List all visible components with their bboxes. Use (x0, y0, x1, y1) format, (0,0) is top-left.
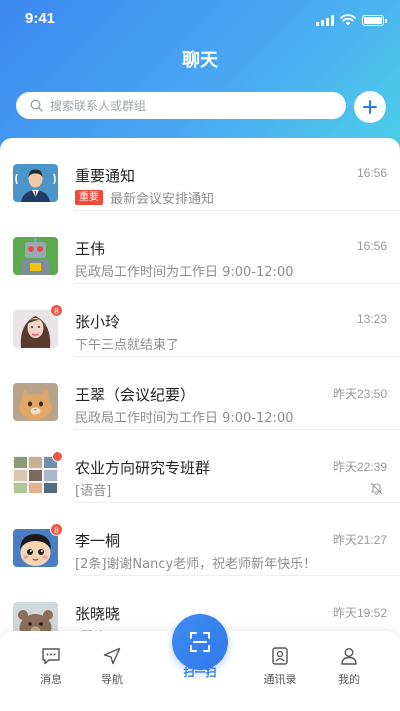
tab-label: 我的 (338, 673, 360, 686)
plus-icon (363, 100, 377, 114)
chat-last-message: [语音] (75, 484, 112, 499)
avatar (13, 164, 58, 202)
wifi-icon (340, 14, 356, 26)
chat-item-important-notice[interactable]: 重要通知 16:56 重要 最新会议安排通知 (0, 138, 400, 211)
avatar (13, 383, 58, 421)
chat-time: 16:56 (356, 166, 387, 180)
chat-item-wang-cui[interactable]: 王翠（会议纪要） 昨天23:50 民政局工作时间为工作日 9:00-12:00 (0, 357, 400, 430)
tab-label: 通讯录 (263, 673, 297, 686)
chat-item-li-yitong[interactable]: 8 李一桐 昨天21:27 [2条]谢谢Nancy老师，祝老师新年快乐！ (0, 503, 400, 576)
search-bar[interactable] (16, 92, 346, 119)
chat-name: 农业方向研究专班群 (75, 459, 211, 477)
chat-time: 昨天22:39 (332, 460, 387, 474)
chat-last-message: 最新会议安排通知 (110, 192, 215, 207)
important-tag: 重要 (75, 190, 103, 205)
chat-time: 16:56 (356, 239, 387, 253)
chat-time: 昨天21:27 (332, 533, 387, 547)
avatar: 8 (13, 523, 63, 567)
search-icon (30, 99, 43, 112)
user-profile-icon (341, 648, 357, 665)
status-bar: 9:41 (0, 10, 400, 32)
chat-last-message: 民政局工作时间为工作日 9:00-12:00 (75, 265, 294, 280)
scan-label[interactable]: 扫一扫 (170, 664, 230, 680)
tab-messages[interactable]: 消息 (21, 645, 81, 687)
cellular-signal-icon (316, 14, 334, 26)
chat-item-agriculture-group[interactable]: 农业方向研究专班群 昨天22:39 [语音] (0, 430, 400, 503)
unread-badge: 8 (50, 523, 63, 536)
chat-time: 昨天19:52 (332, 606, 387, 620)
status-time: 9:41 (25, 10, 56, 27)
page-title: 聊天 (182, 50, 218, 71)
chat-name: 重要通知 (75, 167, 136, 185)
mute-bell-icon (370, 482, 383, 495)
contacts-book-icon (272, 647, 288, 665)
add-button[interactable] (354, 91, 386, 123)
chat-time: 昨天23:50 (332, 387, 387, 401)
chat-last-message: 民政局工作时间为工作日 9:00-12:00 (75, 411, 294, 426)
chat-time: 13:23 (356, 312, 387, 326)
unread-dot (52, 451, 63, 462)
chat-item-zhang-xiaoling[interactable]: 8 张小玲 13:23 下午三点就结束了 (0, 284, 400, 357)
chat-name: 王翠（会议纪要） (75, 386, 196, 404)
chat-name: 王伟 (75, 240, 106, 258)
chat-last-message: [2条]谢谢Nancy老师，祝老师新年快乐！ (75, 557, 317, 572)
tab-label: 消息 (40, 673, 62, 686)
chat-bubble-icon (42, 648, 60, 665)
search-input[interactable] (50, 98, 310, 113)
tab-mine[interactable]: 我的 (319, 645, 379, 687)
scan-icon (190, 632, 210, 652)
navigation-arrow-icon (103, 647, 121, 665)
tab-contacts[interactable]: 通讯录 (250, 645, 310, 687)
avatar (13, 237, 58, 275)
header: 9:41 聊天 (0, 0, 400, 160)
tab-navigation[interactable]: 导航 (82, 645, 142, 687)
avatar: 8 (13, 304, 63, 348)
chat-item-wang-wei[interactable]: 王伟 16:56 民政局工作时间为工作日 9:00-12:00 (0, 211, 400, 284)
scan-button[interactable] (172, 614, 228, 670)
unread-badge: 8 (50, 304, 63, 317)
chat-name: 张小玲 (75, 313, 121, 331)
chat-name: 张晓晓 (75, 605, 121, 623)
battery-icon (362, 14, 387, 26)
group-avatar (13, 451, 63, 494)
tab-label: 导航 (101, 673, 123, 686)
chat-last-message: 下午三点就结束了 (75, 338, 180, 353)
chat-name: 李一桐 (75, 532, 121, 550)
